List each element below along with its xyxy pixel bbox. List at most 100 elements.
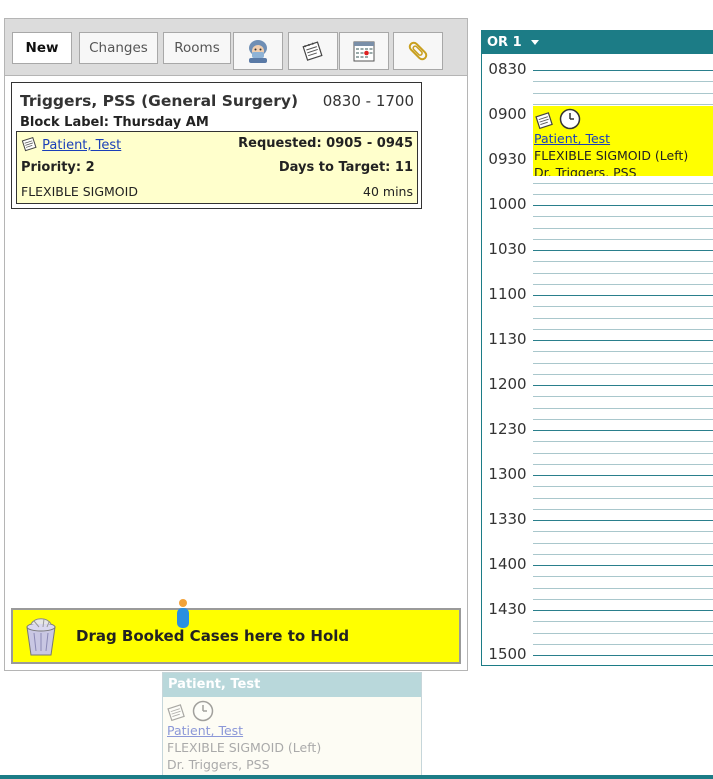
notepad-icon <box>535 112 553 130</box>
timeline-subline <box>533 576 713 578</box>
case-row-procedure: FLEXIBLE SIGMOID 40 mins <box>21 184 413 199</box>
chevron-down-icon[interactable] <box>530 40 539 45</box>
drag-ghost-card[interactable]: Patient, Test Patient, Test FLEXIBLE SIG… <box>162 672 422 779</box>
or-room-name: OR 1 <box>487 35 522 50</box>
clock-icon <box>559 108 581 130</box>
scheduled-case-patient[interactable]: Patient, Test <box>533 130 713 147</box>
changes-button[interactable]: Changes <box>79 32 158 64</box>
time-label: 1200 <box>488 375 527 393</box>
block-label-prefix: Block Label: <box>20 115 110 130</box>
time-label: 1330 <box>488 510 527 528</box>
timeline-subline <box>533 632 713 634</box>
time-label: 1500 <box>488 645 527 663</box>
drag-ghost-doctor: Dr. Triggers, PSS <box>167 757 270 772</box>
timeline-line <box>533 385 713 386</box>
timeline-subline <box>533 328 713 330</box>
surgeon-button[interactable] <box>233 32 283 70</box>
notes-button[interactable] <box>288 32 338 70</box>
time-label: 1100 <box>488 285 527 303</box>
hold-drop-zone[interactable]: Drag Booked Cases here to Hold <box>11 599 461 664</box>
time-label: 1300 <box>488 465 527 483</box>
new-button[interactable]: New <box>12 32 72 64</box>
or-schedule: OR 1 0830 0900 0930 1000 1030 1100 1130 1200 123… <box>481 30 713 666</box>
timeline-subline <box>533 418 713 420</box>
time-label: 1400 <box>488 555 527 573</box>
timeline-subline <box>533 362 713 364</box>
timeline-subline <box>533 407 713 409</box>
timeline-subline <box>533 587 713 589</box>
drag-ghost-body: Patient, Test FLEXIBLE SIGMOID (Left) Dr… <box>163 697 421 776</box>
clock-icon <box>192 700 214 722</box>
drag-ghost-icons <box>167 700 417 722</box>
timeline-line <box>533 70 713 71</box>
timeline-subline <box>533 272 713 274</box>
timeline-subline <box>533 497 713 499</box>
timeline-subline <box>533 227 713 229</box>
timeline-subline <box>533 531 713 533</box>
notepad-icon <box>21 136 37 152</box>
timeline-subline <box>533 306 713 308</box>
timeline-subline <box>533 553 713 555</box>
trash-icon <box>19 615 63 663</box>
timeline-subline <box>533 643 713 645</box>
or-room-header[interactable]: OR 1 <box>482 31 713 54</box>
time-label: 1430 <box>488 600 527 618</box>
block-card[interactable]: Triggers, PSS (General Surgery) 0830 - 1… <box>11 82 422 209</box>
time-label: 1130 <box>488 330 527 348</box>
scheduled-case-procedure: FLEXIBLE SIGMOID (Left) <box>534 148 689 163</box>
block-label-value: Thursday AM <box>113 115 209 130</box>
notepad-icon <box>302 41 323 61</box>
procedure-duration: 40 mins <box>363 184 413 199</box>
surgeon-icon <box>249 40 267 63</box>
time-label: 1230 <box>488 420 527 438</box>
calendar-button[interactable] <box>339 32 389 70</box>
timeline-line <box>533 520 713 521</box>
timeline-line <box>533 295 713 296</box>
requested-case[interactable]: Patient, Test Requested: 0905 - 0945 Pri… <box>16 131 418 204</box>
timeline-subline <box>533 317 713 319</box>
timeline-subline <box>533 103 713 105</box>
scheduled-case[interactable]: Patient, Test FLEXIBLE SIGMOID (Left) Dr… <box>533 106 713 176</box>
timeline-subline <box>533 598 713 600</box>
timeline-subline <box>533 92 713 94</box>
patient-link[interactable]: Patient, Test <box>42 138 121 153</box>
scheduled-case-icons <box>533 106 713 130</box>
calendar-icon <box>353 41 375 62</box>
timeline-subline <box>533 283 713 285</box>
timeline-line <box>533 610 713 611</box>
block-time: 0830 - 1700 <box>322 92 414 110</box>
timeline-subline <box>533 261 713 263</box>
timeline-subline <box>533 508 713 510</box>
priority-text: Priority: 2 <box>21 160 95 175</box>
timeline-line <box>533 250 713 251</box>
timeline-line <box>533 475 713 476</box>
timeline-subline <box>533 182 713 184</box>
time-label: 1030 <box>488 240 527 258</box>
paperclip-icon <box>408 41 428 61</box>
attachment-button[interactable] <box>393 32 443 70</box>
timeline-subline <box>533 441 713 443</box>
drag-ghost-header: Patient, Test <box>163 673 421 697</box>
procedure-name: FLEXIBLE SIGMOID <box>21 184 138 199</box>
timeline-subline <box>533 463 713 465</box>
timeline-subline <box>533 238 713 240</box>
rooms-button[interactable]: Rooms <box>163 32 231 64</box>
time-label: 0930 <box>488 150 527 168</box>
timeline-subline <box>533 621 713 623</box>
case-row-patient: Patient, Test Requested: 0905 - 0945 <box>21 136 413 153</box>
time-label: 1000 <box>488 195 527 213</box>
timeline-subline <box>533 452 713 454</box>
drag-cursor-icon <box>175 598 191 634</box>
bottom-divider <box>0 775 713 779</box>
case-row-priority: Priority: 2 Days to Target: 11 <box>21 160 413 175</box>
notepad-icon <box>167 704 185 722</box>
timeline-line <box>533 205 713 206</box>
toolbar: New Changes Rooms <box>5 19 467 76</box>
hold-zone-text: Drag Booked Cases here to Hold <box>76 627 350 645</box>
time-label: 0900 <box>488 105 527 123</box>
timeline-subline <box>533 486 713 488</box>
time-label: 0830 <box>488 60 527 78</box>
block-label: Block Label: Thursday AM <box>20 115 209 130</box>
days-to-target: Days to Target: 11 <box>278 160 413 175</box>
timeline-subline <box>533 81 713 83</box>
